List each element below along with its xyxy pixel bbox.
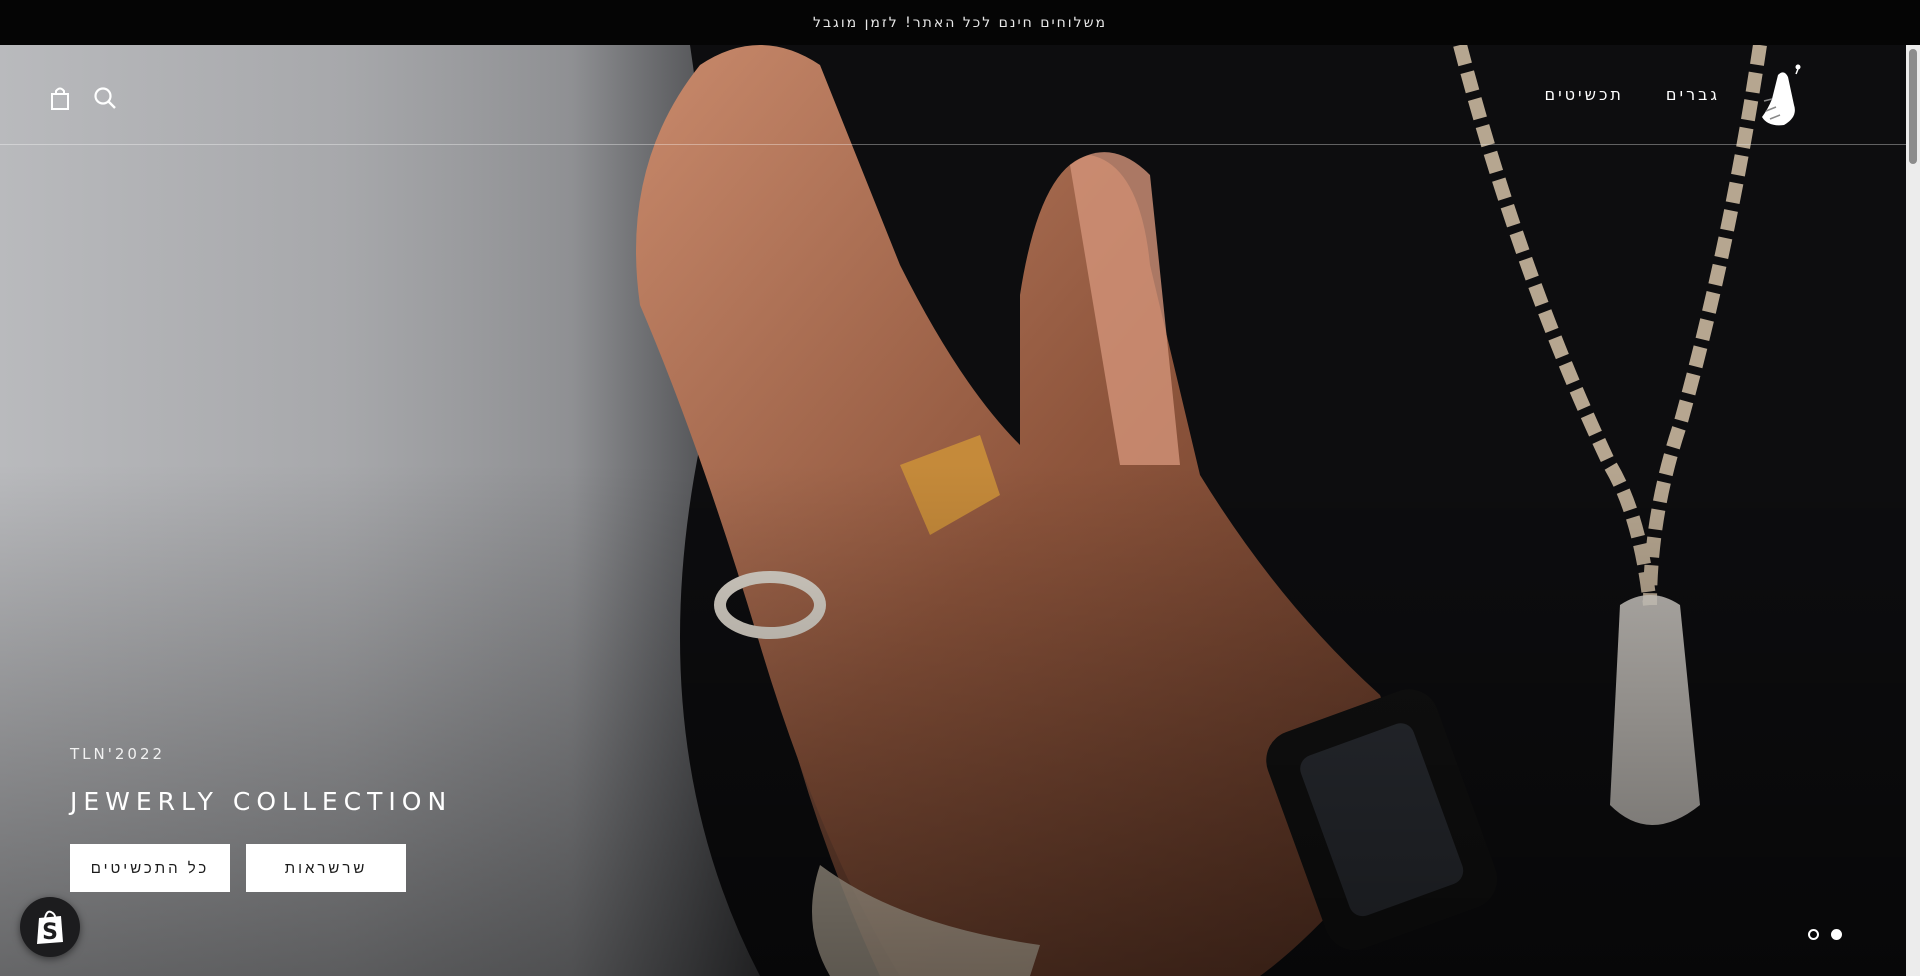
necklaces-button[interactable]: שרשראות [246, 844, 406, 892]
praying-hands-logo [1762, 64, 1801, 126]
hero-title: JEWERLY COLLECTION [70, 787, 453, 816]
main-nav: גברים תכשיטים [1544, 85, 1720, 104]
site-logo[interactable] [1754, 61, 1806, 131]
hero-buttons: כל התכשיטים שרשראות [70, 844, 452, 892]
announcement-bar: משלוחים חינם לכל האתר! לזמן מוגבל [0, 0, 1920, 45]
all-jewelry-button[interactable]: כל התכשיטים [70, 844, 230, 892]
hero-content: TLN'2022 JEWERLY COLLECTION כל התכשיטים … [70, 745, 452, 892]
site-header: גברים תכשיטים [0, 45, 1906, 145]
shopify-badge[interactable]: S [20, 897, 80, 957]
cart-button[interactable] [46, 84, 74, 112]
nav-item-men[interactable]: גברים [1666, 85, 1720, 104]
announcement-text: משלוחים חינם לכל האתר! לזמן מוגבל [813, 14, 1107, 31]
shopping-bag-icon [51, 87, 69, 110]
search-button[interactable] [91, 84, 119, 112]
page-scrollbar[interactable] [1906, 45, 1920, 976]
slideshow-dots [1808, 929, 1842, 940]
slide-dot-2[interactable] [1808, 929, 1819, 940]
nav-item-jewelry[interactable]: תכשיטים [1544, 85, 1623, 104]
hero-tagline: TLN'2022 [70, 745, 166, 763]
search-icon [94, 87, 116, 109]
slide-dot-1[interactable] [1831, 929, 1842, 940]
scrollbar-thumb[interactable] [1909, 49, 1917, 164]
svg-text:S: S [42, 920, 58, 945]
shopify-bag-icon: S [37, 910, 63, 945]
